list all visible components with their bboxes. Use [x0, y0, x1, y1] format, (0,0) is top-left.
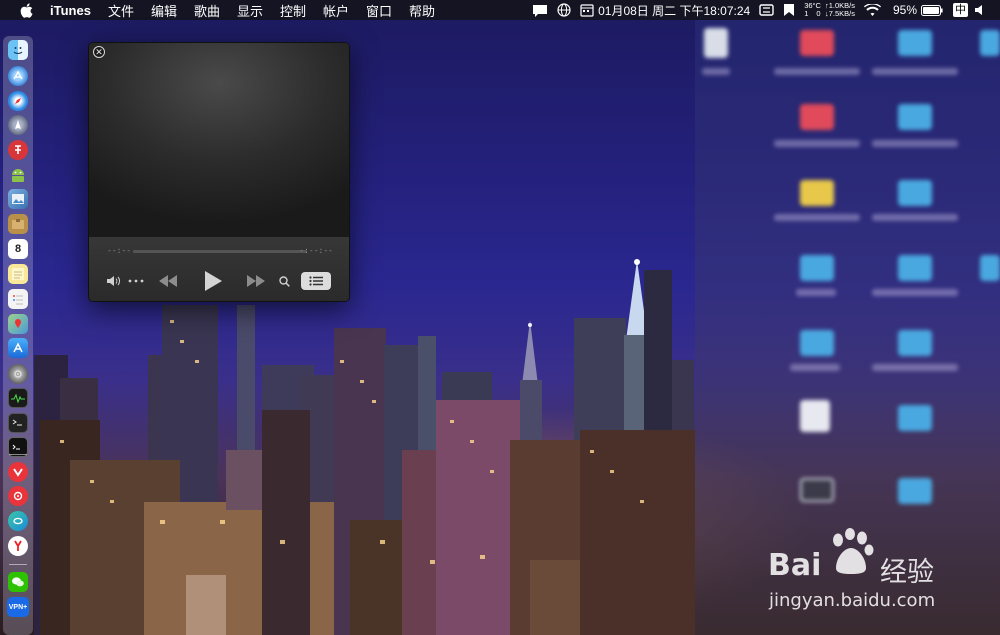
- desktop-folder-icon[interactable]: [980, 30, 1000, 56]
- desktop-folder-icon[interactable]: [774, 104, 860, 147]
- desktop-folder-icon[interactable]: [872, 104, 958, 147]
- notification-icon[interactable]: [532, 4, 548, 17]
- apple-menu-icon[interactable]: [18, 2, 34, 18]
- watermark-product: 经验: [880, 557, 934, 588]
- calendar-icon[interactable]: [580, 3, 594, 17]
- menu-song[interactable]: 歌曲: [194, 1, 220, 20]
- menu-window[interactable]: 窗口: [366, 1, 392, 20]
- preview-icon[interactable]: [8, 189, 28, 209]
- bookmark-icon[interactable]: [783, 3, 795, 17]
- system-monitor[interactable]: 36°C 10 ↑1.0KB/s ↓7.5KB/s: [804, 2, 855, 18]
- wifi-icon[interactable]: [863, 3, 881, 17]
- desktop-file-icon[interactable]: [702, 28, 730, 75]
- baidu-paw-logo: [833, 528, 874, 574]
- app-store-badge-icon[interactable]: [8, 338, 28, 358]
- watermark-url: jingyan.baidu.com: [769, 590, 936, 611]
- rewind-icon: [159, 275, 177, 287]
- finder-icon[interactable]: [8, 40, 28, 60]
- dock-separator: [9, 564, 27, 565]
- dock-separator: [9, 454, 27, 455]
- elapsed-time: --:--: [107, 246, 132, 255]
- dock: 8 VPN+: [3, 36, 33, 635]
- up-next-button[interactable]: [301, 272, 331, 290]
- browser-icon[interactable]: [8, 511, 28, 531]
- itunes-mini-player[interactable]: ✕ --:-- -:--:--: [88, 42, 350, 302]
- netease-music-icon[interactable]: [8, 486, 28, 506]
- menu-help[interactable]: 帮助: [409, 1, 435, 20]
- activity-monitor-icon[interactable]: [8, 388, 28, 408]
- calendar-day: 8: [14, 243, 22, 255]
- menu-file[interactable]: 文件: [108, 1, 134, 20]
- net-download-speed: ↓7.5KB/s: [824, 9, 855, 18]
- close-button[interactable]: ✕: [93, 46, 105, 58]
- search-button[interactable]: [277, 274, 291, 288]
- desktop-folder-icon[interactable]: [774, 30, 860, 75]
- desktop-folder-icon[interactable]: [980, 255, 1000, 281]
- menu-account[interactable]: 帐户: [323, 1, 349, 20]
- more-button[interactable]: [127, 274, 145, 288]
- play-icon: [205, 271, 222, 291]
- menu-view[interactable]: 显示: [237, 1, 263, 20]
- notes-icon[interactable]: [8, 264, 28, 284]
- desktop-file-icon[interactable]: [800, 478, 834, 502]
- vivaldi-icon[interactable]: [8, 462, 28, 482]
- calendar-app-icon[interactable]: 8: [8, 239, 28, 259]
- menu-bar: iTunes 文件 编辑 歌曲 显示 控制 帐户 窗口 帮助 01月08日 周二…: [0, 0, 1000, 20]
- more-icon: [128, 279, 144, 283]
- status-menus: 01月08日 周二 下午18:07:24 36°C 10 ↑1.0KB/s ↓7…: [523, 0, 1000, 20]
- net-down-count: 0: [816, 9, 821, 18]
- battery-icon[interactable]: [921, 4, 943, 16]
- search-icon: [278, 275, 290, 287]
- globe-icon[interactable]: [557, 3, 571, 17]
- reminders-icon[interactable]: [8, 289, 28, 309]
- console-icon[interactable]: [8, 413, 28, 433]
- yandex-icon[interactable]: [8, 536, 28, 556]
- archive-utility-icon[interactable]: [8, 214, 28, 234]
- system-preferences-icon[interactable]: [8, 364, 28, 384]
- volume-button[interactable]: [105, 274, 123, 288]
- launchpad-icon[interactable]: [8, 115, 28, 135]
- album-artwork[interactable]: [89, 43, 349, 237]
- android-icon[interactable]: [8, 165, 28, 185]
- desktop-folder-icon[interactable]: [790, 330, 840, 371]
- fast-forward-icon: [247, 275, 265, 287]
- input-method-indicator[interactable]: 中: [953, 3, 968, 17]
- safari-icon[interactable]: [8, 91, 28, 111]
- desktop-folder-icon[interactable]: [872, 180, 958, 221]
- menu-edit[interactable]: 编辑: [151, 1, 177, 20]
- desktop-file-icon[interactable]: [800, 400, 830, 432]
- desktop-folder-icon[interactable]: [872, 330, 958, 371]
- remaining-time: -:--:--: [299, 246, 333, 255]
- fast-forward-button[interactable]: [245, 273, 267, 289]
- desktop-folder-icon[interactable]: [796, 255, 836, 296]
- player-controls: --:-- -:--:--: [89, 237, 349, 301]
- battery-percent[interactable]: 95%: [893, 3, 917, 17]
- screen-capture-icon[interactable]: [759, 4, 774, 16]
- wechat-icon[interactable]: [8, 572, 28, 592]
- list-icon: [309, 276, 323, 286]
- clock-datetime[interactable]: 01月08日 周二 下午18:07:24: [598, 2, 750, 19]
- net-up-count: 1: [804, 9, 809, 18]
- desktop-folder-icon[interactable]: [872, 30, 958, 75]
- desktop-folder-icon[interactable]: [872, 255, 958, 296]
- play-button[interactable]: [201, 269, 225, 293]
- desktop-folder-icon[interactable]: [774, 180, 860, 221]
- close-icon: ✕: [95, 46, 103, 57]
- vpn-app-icon[interactable]: VPN+: [7, 597, 29, 617]
- vpn-label: VPN+: [8, 603, 28, 611]
- app-menu-itunes[interactable]: iTunes: [50, 3, 91, 18]
- desktop-folder-icon[interactable]: [898, 405, 932, 431]
- watermark-brand: Bai: [768, 548, 822, 583]
- baidu-jingyan-watermark: Bai 经验 jingyan.baidu.com: [768, 528, 948, 618]
- volume-icon: [107, 276, 120, 286]
- menu-controls[interactable]: 控制: [280, 1, 306, 20]
- rewind-button[interactable]: [157, 273, 179, 289]
- desktop-folder-icon[interactable]: [898, 478, 932, 504]
- maps-icon[interactable]: [8, 314, 28, 334]
- progress-bar[interactable]: [133, 250, 307, 253]
- app-red-icon[interactable]: [8, 140, 28, 160]
- volume-menu-icon[interactable]: [974, 4, 986, 16]
- app-store-icon[interactable]: [8, 66, 28, 86]
